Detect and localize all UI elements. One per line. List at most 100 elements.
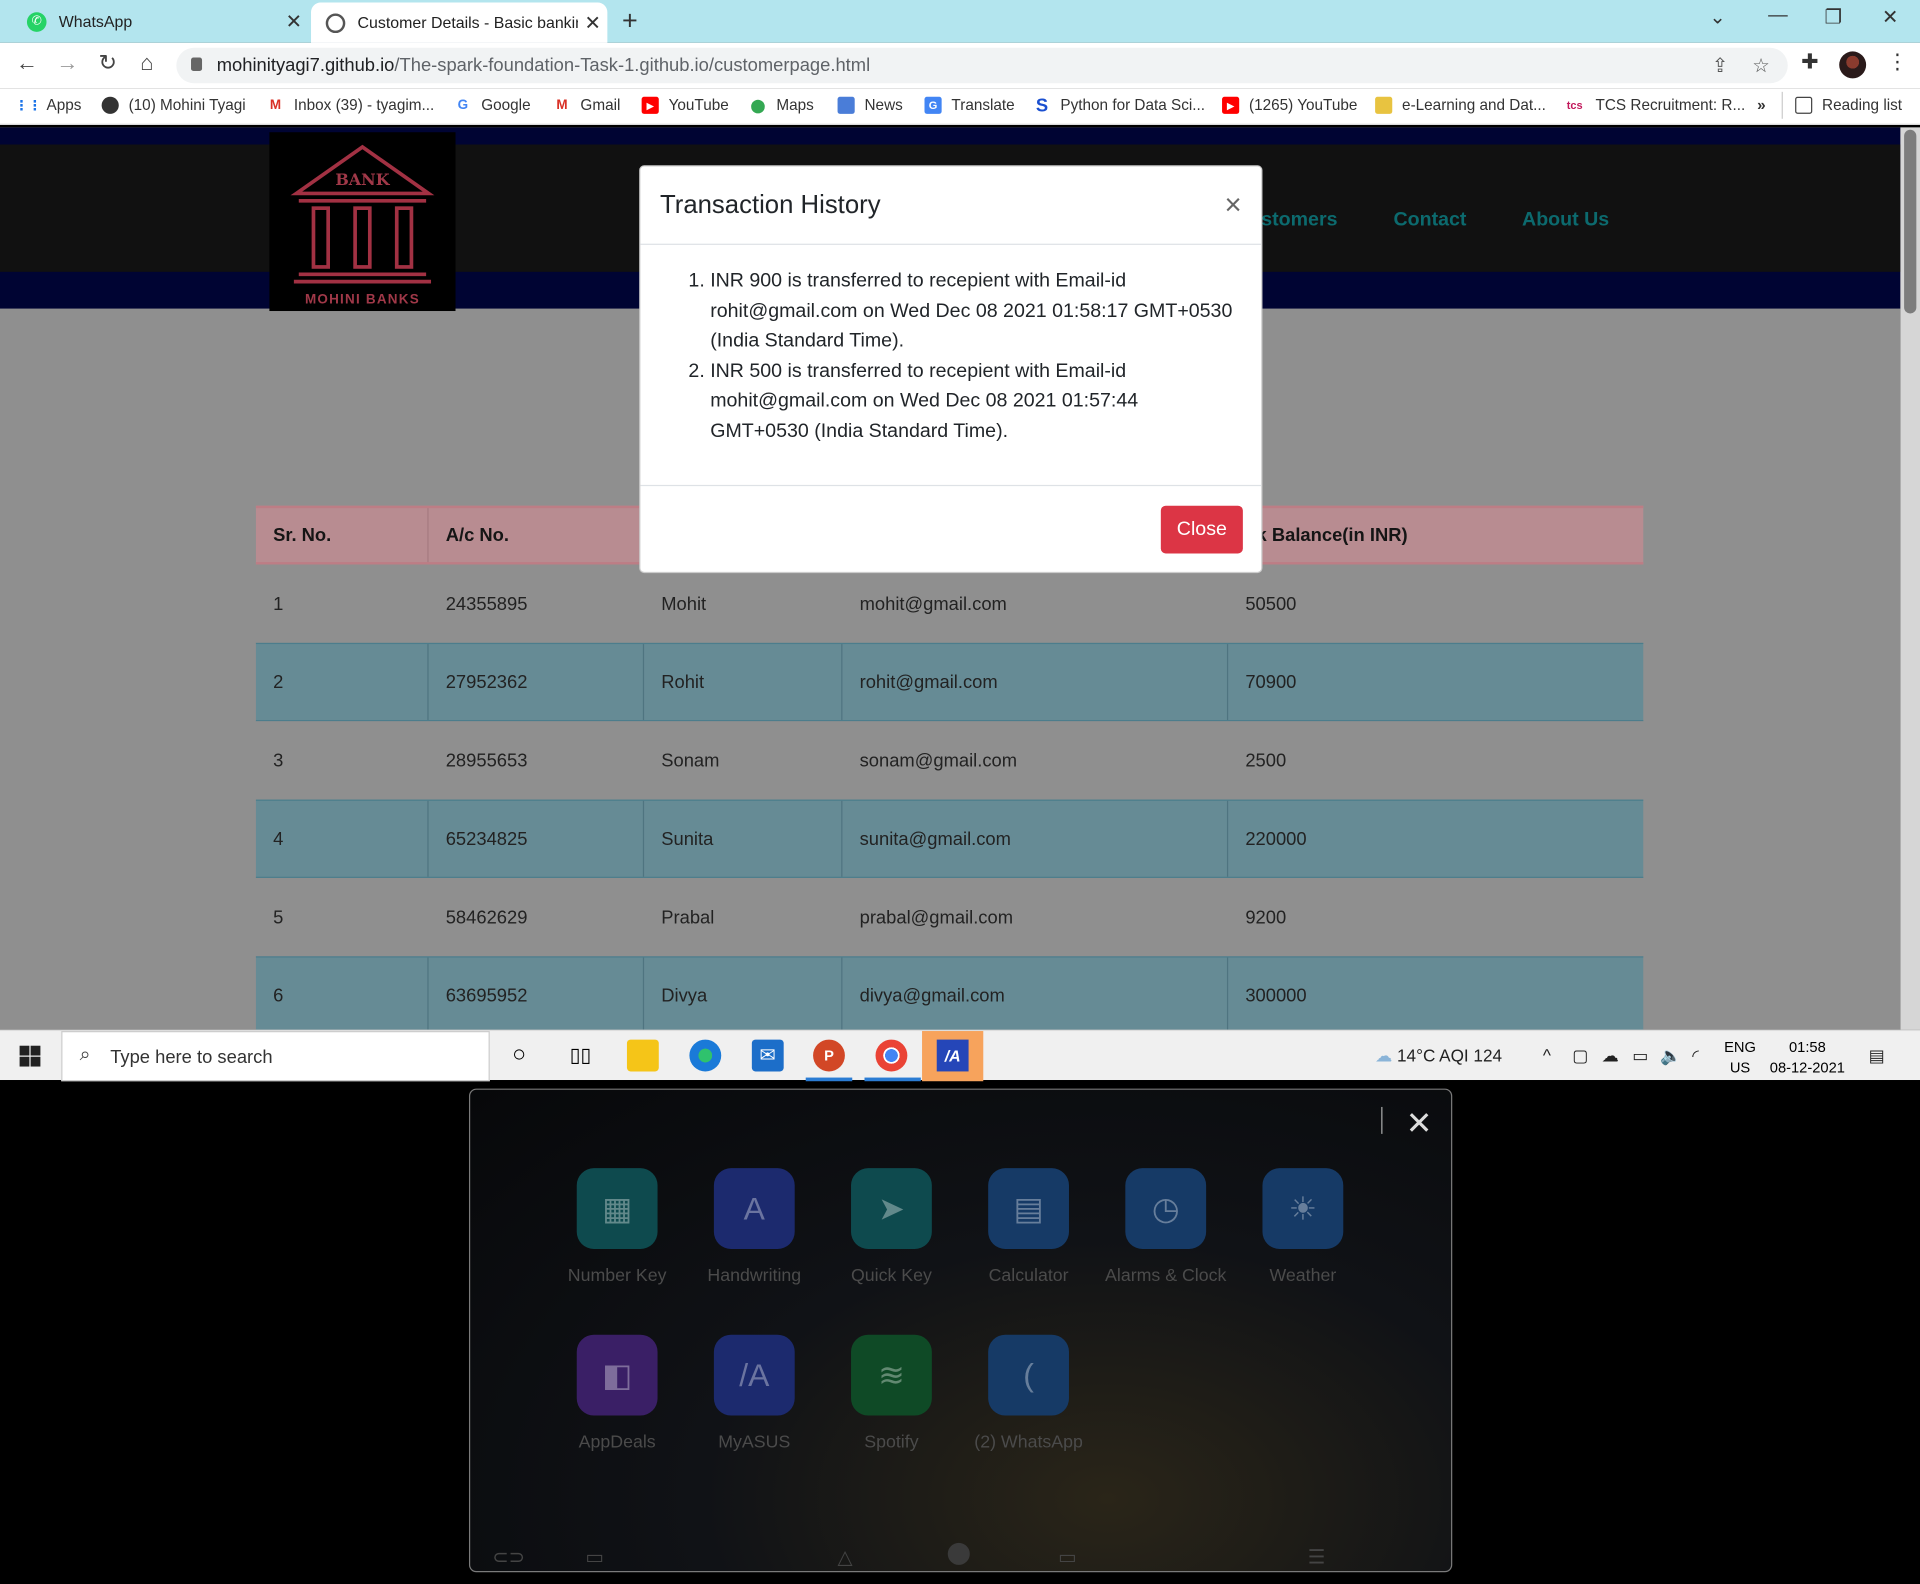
mail-icon[interactable]: ✉ <box>751 1039 784 1072</box>
launcher-app[interactable]: /A MyASUS <box>687 1334 822 1455</box>
windows-start-icon[interactable] <box>19 1045 41 1067</box>
profile-avatar[interactable] <box>1839 51 1867 79</box>
logo-brand-text: MOHINI BANKS <box>304 292 420 308</box>
launcher-app[interactable]: ☀ Weather <box>1236 1168 1371 1288</box>
launcher-app[interactable]: ≋ Spotify <box>824 1334 959 1455</box>
forward-arrow-icon[interactable]: → <box>53 50 82 76</box>
tablet-icon[interactable]: ▭ <box>585 1545 604 1569</box>
bookmark-maps[interactable]: ⬤ Maps <box>749 97 813 114</box>
table-row: 4 65234825 Sunita sunita@gmail.com 220000 <box>255 799 1644 878</box>
powerpoint-icon[interactable]: P <box>813 1039 845 1072</box>
home-dot-icon[interactable] <box>947 1542 970 1565</box>
page-scrollbar[interactable] <box>1900 127 1920 1030</box>
cell-sr-no: 2 <box>256 644 429 721</box>
bookmark-news[interactable]: News <box>837 96 903 114</box>
settings-sliders-icon[interactable]: ☰ <box>1308 1545 1326 1569</box>
modal-header: Transaction History × <box>640 167 1262 245</box>
close-window-icon[interactable]: ✕ <box>1882 5 1898 29</box>
bookmark-inbox[interactable]: M Inbox (39) - tyagim... <box>267 97 434 114</box>
bookmark-elearning[interactable]: e-Learning and Dat... <box>1375 96 1546 114</box>
bookmarks-divider <box>1781 91 1783 119</box>
onedrive-icon[interactable]: ☁ <box>1602 1046 1619 1067</box>
table-row: 2 27952362 Rohit rohit@gmail.com 70900 <box>255 642 1644 722</box>
bookmark-youtube-2[interactable]: ▶ (1265) YouTube <box>1222 96 1357 114</box>
launcher-app[interactable]: ((2) WhatsApp <box>961 1334 1096 1455</box>
close-tab-icon[interactable]: ✕ <box>279 9 308 33</box>
window-icon[interactable]: ▭ <box>1058 1545 1077 1569</box>
close-tab-icon[interactable]: ✕ <box>578 10 607 34</box>
launcher-app-label: Weather <box>1269 1266 1337 1286</box>
triangle-icon[interactable]: △ <box>838 1545 853 1569</box>
nav-customers[interactable]: stomers <box>1261 209 1337 231</box>
tab-whatsapp[interactable]: ✆ WhatsApp ✕ <box>12 0 308 43</box>
language-indicator[interactable]: ENG US <box>1724 1037 1756 1079</box>
tray-app-icon[interactable]: ▢ <box>1572 1046 1588 1067</box>
number-key-icon: ▦ <box>576 1168 658 1249</box>
weather-tray[interactable]: ☁ 14°C AQI 124 <box>1375 1046 1502 1067</box>
close-button[interactable]: Close <box>1160 505 1243 554</box>
nav-contact[interactable]: Contact <box>1393 209 1466 231</box>
volume-icon[interactable]: 🔈 <box>1660 1046 1681 1067</box>
whatsapp-icon: ( <box>988 1334 1069 1416</box>
reading-list-button[interactable]: Reading list <box>1795 96 1902 114</box>
link-icon[interactable]: ⊂⊃ <box>492 1545 525 1569</box>
cell-email: mohit@gmail.com <box>859 593 1007 615</box>
task-view-icon[interactable]: ▯▯ <box>564 1040 596 1072</box>
file-explorer-icon[interactable] <box>626 1039 659 1072</box>
nav-about-us[interactable]: About Us <box>1522 209 1609 231</box>
bookmarks-overflow-chevron[interactable]: » <box>1757 97 1766 114</box>
tab-customer-details[interactable]: Customer Details - Basic banking ✕ <box>311 2 608 43</box>
notification-center-icon[interactable]: ▤ <box>1869 1046 1885 1067</box>
launcher-app[interactable]: ➤ Quick Key <box>824 1168 959 1288</box>
bookmark-google[interactable]: G Google <box>454 97 531 114</box>
bookmark-youtube[interactable]: ▶ YouTube <box>641 96 729 114</box>
back-arrow-icon[interactable]: ← <box>12 50 41 76</box>
bookmark-apps[interactable]: ⋮⋮ Apps <box>14 97 82 114</box>
google-icon: G <box>457 97 469 113</box>
extensions-puzzle-icon[interactable]: ✚ <box>1801 50 1818 74</box>
minimize-icon[interactable]: — <box>1768 5 1788 27</box>
globe-icon <box>101 96 119 114</box>
taskbar-search-box[interactable]: ⌕ Type here to search <box>61 1031 490 1082</box>
launcher-app[interactable]: A Handwriting <box>687 1168 822 1288</box>
launcher-app[interactable]: ▤ Calculator <box>961 1168 1096 1288</box>
launcher-app[interactable]: ◷ Alarms & Clock <box>1098 1168 1233 1288</box>
launcher-app[interactable]: ▦ Number Key <box>550 1168 685 1288</box>
cell-email: rohit@gmail.com <box>842 644 1229 721</box>
divider <box>1381 1106 1383 1134</box>
search-icon: ⌕ <box>79 1044 91 1066</box>
battery-icon[interactable]: ▭ <box>1632 1046 1648 1067</box>
address-bar[interactable]: mohinityagi7.github.io/The-spark-foundat… <box>176 47 1788 84</box>
bookmark-mohini[interactable]: (10) Mohini Tyagi <box>101 96 246 114</box>
scrollbar-thumb[interactable] <box>1904 129 1917 314</box>
bookmark-python[interactable]: S Python for Data Sci... <box>1033 95 1205 116</box>
myasus-icon[interactable]: /A <box>936 1039 969 1072</box>
new-tab-plus-icon[interactable]: + <box>622 5 638 37</box>
cortana-icon[interactable]: ○ <box>503 1040 535 1072</box>
restore-icon[interactable]: ❐ <box>1825 5 1843 29</box>
transaction-item: INR 500 is transferred to recepient with… <box>710 357 1237 447</box>
tray-chevron-icon[interactable]: ^ <box>1543 1046 1551 1066</box>
clock[interactable]: 01:58 08-12-2021 <box>1768 1037 1846 1079</box>
close-icon[interactable]: ✕ <box>1406 1104 1433 1142</box>
bookmark-tcs[interactable]: tcs TCS Recruitment: R... <box>1564 97 1745 114</box>
menu-kebab-icon[interactable]: ⋮ <box>1887 50 1908 74</box>
lang-top: ENG <box>1724 1038 1756 1056</box>
apps-grid-icon: ⋮⋮ <box>14 98 42 114</box>
header-balance: nk Balance(in INR) <box>1245 524 1408 546</box>
bank-logo[interactable]: BANK MOHINI BANKS <box>269 132 456 312</box>
home-icon[interactable]: ⌂ <box>132 50 161 76</box>
edge-icon[interactable] <box>689 1039 722 1072</box>
cell-ac-no: 63695952 <box>429 957 645 1030</box>
modal-close-x-icon[interactable]: × <box>1224 189 1241 223</box>
tab-search-chevron-icon[interactable]: ⌄ <box>1709 5 1725 29</box>
share-icon[interactable]: ⇪ <box>1712 54 1728 78</box>
launcher-app-label: AppDeals <box>578 1432 656 1453</box>
chrome-icon[interactable] <box>875 1039 908 1072</box>
reload-icon[interactable]: ↻ <box>93 50 122 76</box>
bookmark-translate[interactable]: G Translate <box>924 96 1015 114</box>
launcher-app[interactable]: ◧ AppDeals <box>550 1334 685 1455</box>
wifi-icon[interactable]: ◜ <box>1692 1046 1699 1067</box>
bookmark-star-icon[interactable]: ☆ <box>1752 54 1770 78</box>
bookmark-gmail[interactable]: M Gmail <box>553 97 620 114</box>
